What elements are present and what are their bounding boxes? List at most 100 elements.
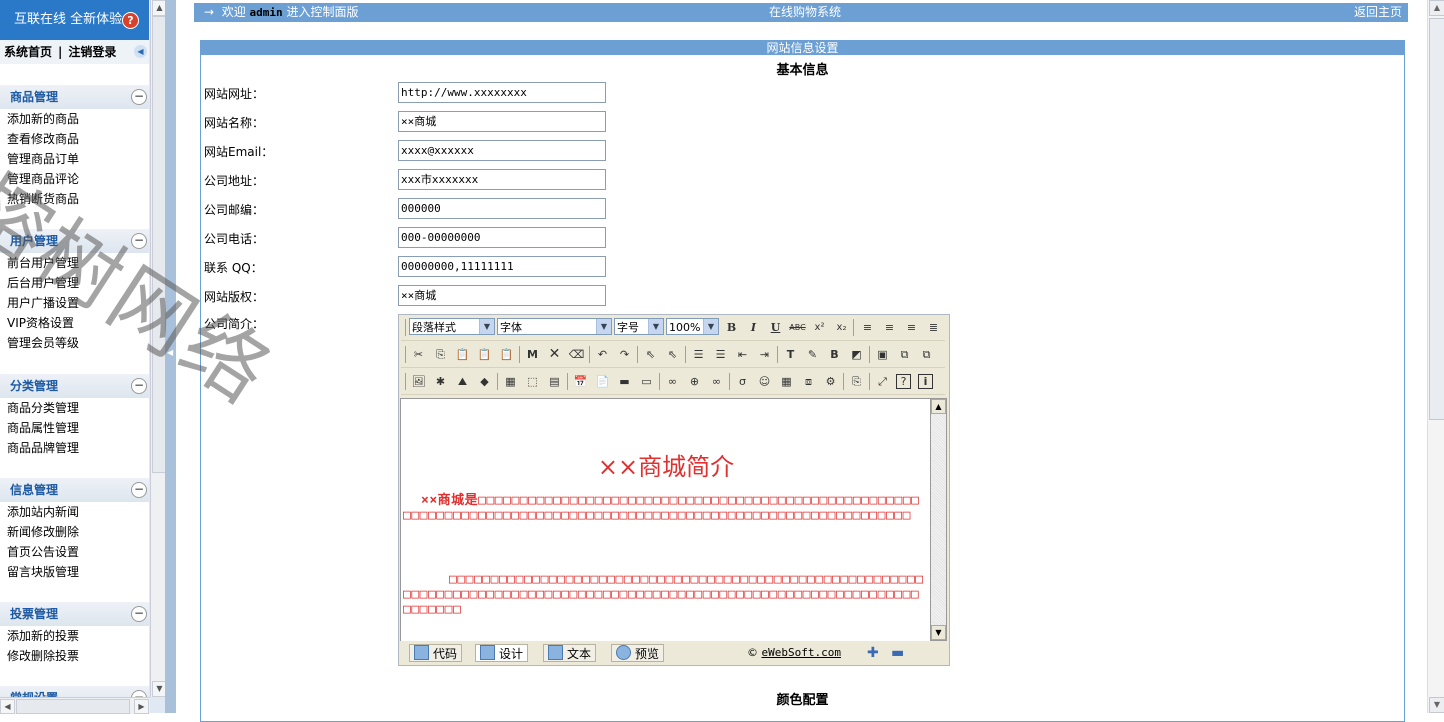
copyright-input[interactable]: ××商城 [398, 285, 606, 306]
calendar-icon[interactable]: 📅 [572, 373, 589, 390]
font-size-select[interactable]: 字号 ▼ [614, 318, 664, 335]
collapse-arrow-icon[interactable]: ◀ [134, 45, 147, 58]
delete-icon[interactable]: ✕ [546, 346, 563, 363]
editor-content-area[interactable]: ××商城简介 ××商城是□□□□□□□□□□□□□□□□□□□□□□□□□□□□… [400, 398, 932, 643]
find-icon[interactable]: M [524, 346, 541, 363]
sidebar-item-notice[interactable]: 首页公告设置 [0, 542, 149, 562]
sidebar-item-add-vote[interactable]: 添加新的投票 [0, 626, 149, 646]
zoom-select[interactable]: 100% ▼ [666, 318, 719, 335]
sidebar-horizontal-scrollbar[interactable]: ◀ ▶ [0, 697, 150, 714]
sidebar-item-admin-users[interactable]: 后台用户管理 [0, 273, 149, 293]
sidebar-item-front-users[interactable]: 前台用户管理 [0, 253, 149, 273]
qq-input[interactable]: 00000000,11111111 [398, 256, 606, 277]
minus-icon[interactable]: − [131, 606, 147, 622]
scroll-right-icon[interactable]: ▶ [134, 699, 149, 714]
cut-icon[interactable]: ✂ [410, 346, 427, 363]
group-title[interactable]: 商品管理 − [0, 85, 149, 109]
bring-forward-icon[interactable]: ⧉ [896, 346, 913, 363]
scroll-down-icon[interactable]: ▼ [1429, 697, 1444, 713]
outdent-icon[interactable]: ⇤ [734, 346, 751, 363]
zoom-out-icon[interactable]: ▬ [891, 646, 904, 660]
paragraph-style-select[interactable]: 段落样式 ▼ [409, 318, 495, 335]
page-break-icon[interactable]: ⎘ [848, 373, 865, 390]
excel-icon[interactable]: ▦ [778, 373, 795, 390]
sidebar-item-edit-news[interactable]: 新闻修改删除 [0, 522, 149, 542]
site-email-input[interactable]: xxxx@xxxxxx [398, 140, 606, 161]
paste-text-icon[interactable]: 📋 [476, 346, 493, 363]
undo-icon[interactable]: ↶ [594, 346, 611, 363]
editor-scrollbar[interactable]: ▲ ▼ [930, 398, 947, 641]
sidebar-item-member-levels[interactable]: 管理会员等级 [0, 333, 149, 353]
select-all-icon[interactable]: ⇖ [642, 346, 659, 363]
highlight-icon[interactable]: ✎ [804, 346, 821, 363]
align-left-icon[interactable]: ≡ [859, 319, 876, 336]
superscript-icon[interactable]: x² [811, 319, 828, 336]
sidebar-item-categories[interactable]: 商品分类管理 [0, 398, 149, 418]
scroll-thumb[interactable] [1429, 18, 1444, 420]
deselect-icon[interactable]: ⇖ [664, 346, 681, 363]
align-right-icon[interactable]: ≡ [903, 319, 920, 336]
sidebar-item-vip[interactable]: VIP资格设置 [0, 313, 149, 333]
sidebar-item-edit-product[interactable]: 查看修改商品 [0, 129, 149, 149]
layer-icon[interactable]: ▤ [546, 373, 563, 390]
scroll-up-icon[interactable]: ▲ [931, 399, 946, 414]
settings-icon[interactable]: ⚙ [822, 373, 839, 390]
sidebar-item-orders[interactable]: 管理商品订单 [0, 149, 149, 169]
scroll-thumb[interactable] [16, 699, 130, 714]
sidebar-item-edit-vote[interactable]: 修改删除投票 [0, 646, 149, 666]
group-title[interactable]: 信息管理 − [0, 478, 149, 502]
globe-link-icon[interactable]: ⊕ [686, 373, 703, 390]
form-icon[interactable]: ⬚ [524, 373, 541, 390]
absolute-position-icon[interactable]: ▣ [874, 346, 891, 363]
media-icon[interactable]: ⛰ [454, 373, 471, 390]
unordered-list-icon[interactable]: ☰ [712, 346, 729, 363]
sidebar-item-add-news[interactable]: 添加站内新闻 [0, 502, 149, 522]
special-char-icon[interactable]: σ [734, 373, 751, 390]
sidebar-item-broadcast[interactable]: 用户广播设置 [0, 293, 149, 313]
background-color-icon[interactable]: B [826, 346, 843, 363]
collapse-arrow-icon[interactable]: ◀ [167, 348, 173, 357]
strikethrough-icon[interactable]: ABC [789, 319, 806, 336]
home-link[interactable]: 系统首页 [4, 45, 52, 59]
send-backward-icon[interactable]: ⧉ [918, 346, 935, 363]
page-scrollbar[interactable]: ▲ ▼ [1427, 0, 1444, 713]
template-icon[interactable]: 📄 [594, 373, 611, 390]
bold-icon[interactable]: B [723, 319, 740, 336]
info-icon[interactable]: i [918, 374, 933, 389]
image-icon[interactable]: 🖼 [410, 373, 427, 390]
sidebar-item-reviews[interactable]: 管理商品评论 [0, 169, 149, 189]
subscript-icon[interactable]: x₂ [833, 319, 850, 336]
fullscreen-icon[interactable]: ⤢ [874, 373, 891, 390]
sidebar-item-attributes[interactable]: 商品属性管理 [0, 418, 149, 438]
phone-input[interactable]: 000-00000000 [398, 227, 606, 248]
site-name-input[interactable]: ××商城 [398, 111, 606, 132]
minus-icon[interactable]: − [131, 378, 147, 394]
font-select[interactable]: 字体 ▼ [497, 318, 612, 335]
copy-icon[interactable]: ⎘ [432, 346, 449, 363]
text-color-icon[interactable]: T [782, 346, 799, 363]
paste-icon[interactable]: 📋 [454, 346, 471, 363]
indent-icon[interactable]: ⇥ [756, 346, 773, 363]
sidebar-item-brands[interactable]: 商品品牌管理 [0, 438, 149, 458]
scroll-down-icon[interactable]: ▼ [931, 625, 946, 640]
underline-icon[interactable]: U [767, 319, 784, 336]
sidebar-item-hot-products[interactable]: 热销断货商品 [0, 189, 149, 209]
link-icon[interactable]: ∞ [664, 373, 681, 390]
ordered-list-icon[interactable]: ☰ [690, 346, 707, 363]
tab-preview[interactable]: 预览 [611, 644, 665, 662]
table-icon[interactable]: ▦ [502, 373, 519, 390]
unlink-icon[interactable]: ∞ [708, 373, 725, 390]
emoticon-icon[interactable]: ☺ [756, 373, 773, 390]
help-icon[interactable]: ? [896, 374, 911, 389]
sidebar-item-guestbook[interactable]: 留言块版管理 [0, 562, 149, 582]
zoom-in-icon[interactable]: ✚ [867, 646, 879, 660]
copyright-link[interactable]: eWebSoft.com [762, 646, 841, 659]
fill-icon[interactable]: ◩ [848, 346, 865, 363]
help-icon[interactable]: ? [122, 12, 139, 29]
code-block-icon[interactable]: ⧈ [800, 373, 817, 390]
group-title[interactable]: 分类管理 − [0, 374, 149, 398]
minus-icon[interactable]: − [131, 233, 147, 249]
scroll-up-icon[interactable]: ▲ [1429, 0, 1444, 16]
align-justify-icon[interactable]: ≣ [925, 319, 942, 336]
horizontal-rule-icon[interactable]: ▬ [616, 373, 633, 390]
